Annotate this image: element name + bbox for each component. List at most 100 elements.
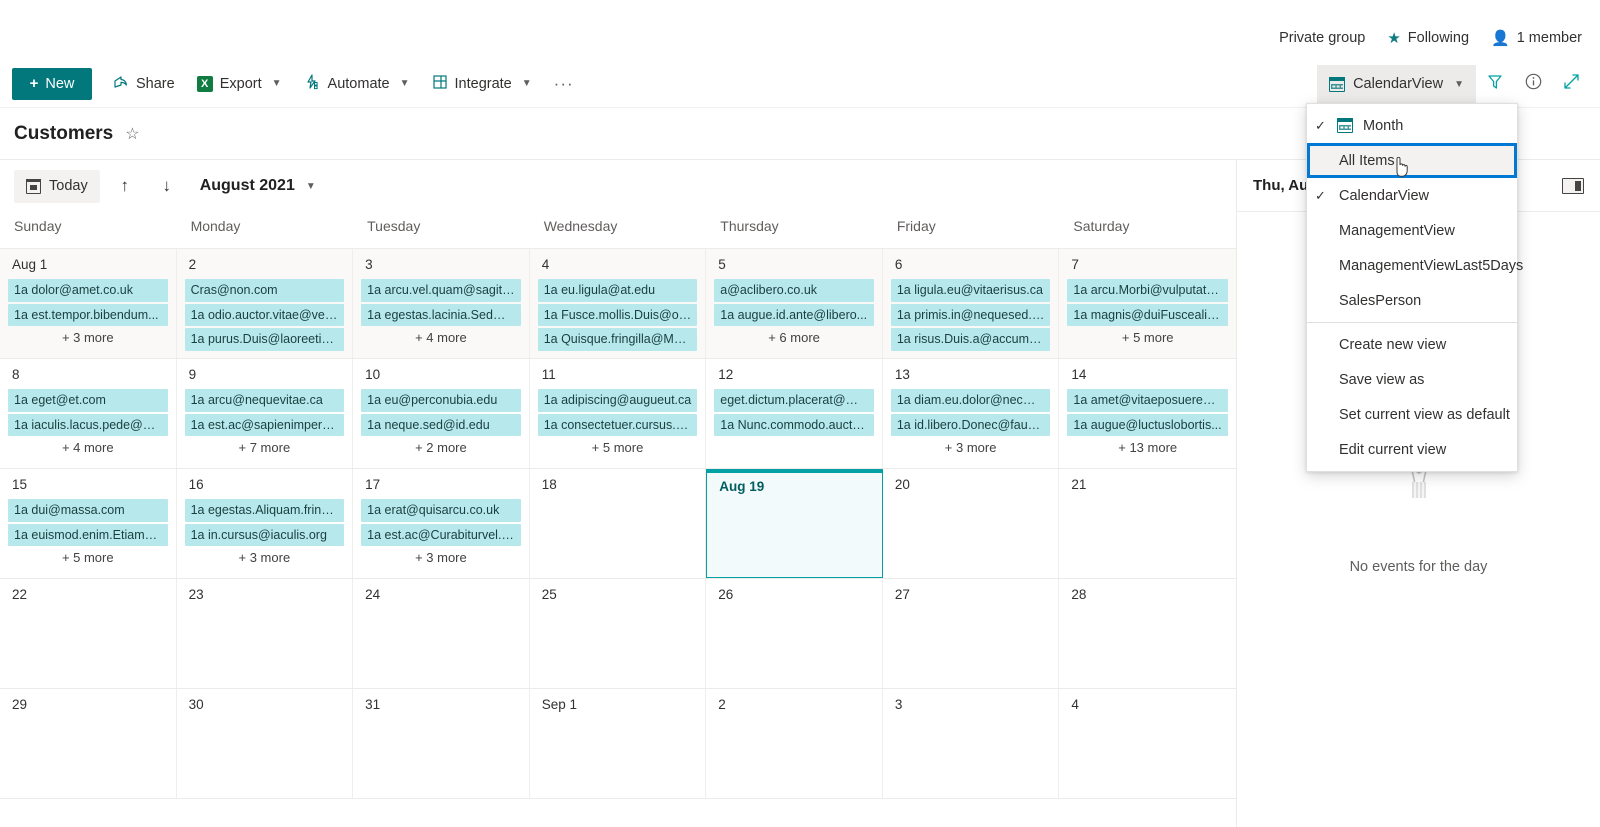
view-menu-item-calendarview[interactable]: ✓ CalendarView (1307, 178, 1517, 213)
month-selector[interactable]: August 2021 ▼ (200, 177, 316, 195)
view-menu-item-managementviewlast5days[interactable]: ManagementViewLast5Days (1307, 248, 1523, 283)
calendar-event-chip[interactable]: 1a Nunc.commodo.auctor... (714, 413, 874, 436)
calendar-day-cell[interactable]: 4 1a eu.ligula@at.edu 1a Fusce.mollis.Duis… (529, 249, 707, 358)
calendar-event-chip[interactable]: eget.dictum.placerat@ma... (714, 389, 874, 412)
calendar-day-cell[interactable]: 29 (0, 689, 177, 798)
calendar-day-cell[interactable]: 6 1a ligula.eu@vitaerisus.ca 1a primis.in@… (882, 249, 1060, 358)
calendar-event-chip[interactable]: 1a arcu@nequevitae.ca (184, 389, 345, 412)
automate-button[interactable]: Automate ▼ (293, 66, 421, 102)
calendar-event-chip[interactable]: 1a eu@perconubia.edu (361, 389, 521, 412)
calendar-day-cell[interactable]: Aug 1 1a dolor@amet.co.uk 1a est.tempor.bi… (0, 249, 177, 358)
calendar-event-chip[interactable]: 1a ligula.eu@vitaerisus.ca (890, 279, 1051, 302)
more-events-link[interactable]: + 5 more (538, 440, 698, 455)
calendar-day-cell[interactable]: 11 1a adipiscing@augueut.ca 1a consectetue… (530, 359, 707, 468)
more-events-link[interactable]: + 4 more (8, 440, 168, 455)
calendar-day-cell[interactable]: 13 1a diam.eu.dolor@necme... 1a id.libero.… (883, 359, 1060, 468)
calendar-event-chip[interactable]: 1a egestas.Aliquam.fringil... (184, 499, 345, 522)
calendar-event-chip[interactable]: 1a purus.Duis@laoreetips... (184, 328, 345, 351)
calendar-day-cell[interactable]: 12 eget.dictum.placerat@ma... 1a Nunc.comm… (706, 359, 883, 468)
calendar-day-cell[interactable]: 31 (353, 689, 530, 798)
calendar-day-cell[interactable]: Sep 1 (530, 689, 707, 798)
view-menu-item-save-view-as[interactable]: Save view as (1307, 362, 1517, 397)
calendar-day-cell[interactable]: 15 1a dui@massa.com 1a euismod.enim.Etiam@… (0, 469, 177, 578)
favorite-star-icon[interactable]: ☆ (125, 124, 139, 144)
calendar-event-chip[interactable]: 1a eu.ligula@at.edu (537, 279, 698, 302)
more-events-link[interactable]: + 6 more (714, 330, 874, 345)
calendar-event-chip[interactable]: 1a augue.id.ante@libero... (714, 303, 874, 326)
calendar-event-chip[interactable]: 1a Quisque.fringilla@Mor... (537, 328, 698, 351)
view-menu-item-managementview[interactable]: ManagementView (1307, 213, 1517, 248)
previous-month-button[interactable]: ↑ (108, 169, 142, 203)
calendar-event-chip[interactable]: 1a amet@vitaeposuereat.... (1067, 389, 1228, 412)
overflow-button[interactable]: ··· (543, 66, 585, 102)
calendar-day-cell[interactable]: 3 1a arcu.vel.quam@sagitti... 1a egestas.l… (353, 249, 530, 358)
view-menu-item-all-items[interactable]: All Items (1307, 143, 1517, 178)
more-events-link[interactable]: + 4 more (361, 330, 521, 345)
info-button[interactable] (1514, 65, 1552, 103)
more-events-link[interactable]: + 5 more (1067, 330, 1228, 345)
calendar-event-chip[interactable]: Cras@non.com (184, 279, 345, 302)
calendar-day-cell[interactable]: 26 (706, 579, 883, 688)
calendar-day-cell-selected[interactable]: Aug 19 (706, 469, 883, 578)
calendar-event-chip[interactable]: 1a erat@quisarcu.co.uk (361, 499, 521, 522)
calendar-day-cell[interactable]: 14 1a amet@vitaeposuereat.... 1a augue@luc… (1059, 359, 1236, 468)
members-button[interactable]: 👤 1 member (1491, 30, 1582, 46)
calendar-day-cell[interactable]: 5 a@aclibero.co.uk 1a augue.id.ante@libero… (706, 249, 883, 358)
calendar-day-cell[interactable]: 21 (1059, 469, 1236, 578)
more-events-link[interactable]: + 2 more (361, 440, 521, 455)
calendar-event-chip[interactable]: 1a diam.eu.dolor@necme... (890, 389, 1051, 412)
calendar-event-chip[interactable]: 1a adipiscing@augueut.ca (537, 389, 698, 412)
view-menu-item-month[interactable]: ✓ Month (1307, 108, 1517, 143)
calendar-event-chip[interactable]: 1a consectetuer.cursus.et... (537, 413, 698, 436)
calendar-event-chip[interactable]: 1a eget@et.com (8, 389, 168, 412)
more-events-link[interactable]: + 7 more (185, 440, 345, 455)
calendar-event-chip[interactable]: 1a euismod.enim.Etiam@... (8, 523, 168, 546)
view-menu-item-set-current-view-as-default[interactable]: Set current view as default (1307, 397, 1517, 432)
calendar-event-chip[interactable]: 1a odio.auctor.vitae@vel.... (184, 303, 345, 326)
calendar-day-cell[interactable]: 22 (0, 579, 177, 688)
calendar-event-chip[interactable]: 1a iaculis.lacus.pede@ultr... (8, 413, 168, 436)
today-button[interactable]: Today (14, 169, 100, 203)
calendar-event-chip[interactable]: 1a magnis@duiFuscealiqu... (1067, 303, 1228, 326)
calendar-day-cell[interactable]: 3 (883, 689, 1060, 798)
calendar-event-chip[interactable]: 1a egestas.lacinia.Sed@ve... (361, 303, 521, 326)
calendar-event-chip[interactable]: 1a arcu.vel.quam@sagitti... (361, 279, 521, 302)
calendar-day-cell[interactable]: 24 (353, 579, 530, 688)
calendar-day-cell[interactable]: 16 1a egestas.Aliquam.fringil... 1a in.cur… (177, 469, 354, 578)
new-button[interactable]: + New (12, 67, 92, 100)
filter-button[interactable] (1476, 65, 1514, 103)
view-menu-item-create-new-view[interactable]: Create new view (1307, 327, 1517, 362)
more-events-link[interactable]: + 13 more (1067, 440, 1228, 455)
calendar-event-chip[interactable]: 1a dui@massa.com (8, 499, 168, 522)
view-picker-button[interactable]: CalendarView ▼ (1317, 65, 1476, 103)
more-events-link[interactable]: + 3 more (185, 550, 345, 565)
share-button[interactable]: Share (102, 66, 186, 102)
calendar-day-cell[interactable]: 20 (883, 469, 1060, 578)
calendar-event-chip[interactable]: 1a est.tempor.bibendum... (8, 303, 168, 326)
calendar-day-cell[interactable]: 30 (177, 689, 354, 798)
calendar-event-chip[interactable]: 1a Fusce.mollis.Duis@orci... (537, 303, 698, 326)
calendar-event-chip[interactable]: 1a id.libero.Donec@fauci... (890, 413, 1051, 436)
more-events-link[interactable]: + 3 more (8, 330, 168, 345)
calendar-event-chip[interactable]: 1a neque.sed@id.edu (361, 413, 521, 436)
calendar-event-chip[interactable]: 1a est.ac@Curabiturvel.co... (361, 523, 521, 546)
calendar-event-chip[interactable]: 1a dolor@amet.co.uk (8, 279, 168, 302)
calendar-day-cell[interactable]: 17 1a erat@quisarcu.co.uk 1a est.ac@Curabi… (353, 469, 530, 578)
calendar-day-cell[interactable]: 27 (883, 579, 1060, 688)
calendar-event-chip[interactable]: 1a primis.in@nequesed.org (890, 303, 1051, 326)
calendar-day-cell[interactable]: 7 1a arcu.Morbi@vulputate... 1a magnis@dui… (1059, 249, 1236, 358)
calendar-day-cell[interactable]: 4 (1059, 689, 1236, 798)
view-menu-item-salesperson[interactable]: SalesPerson (1307, 283, 1517, 318)
calendar-day-cell[interactable]: 25 (530, 579, 707, 688)
calendar-day-cell[interactable]: 28 (1059, 579, 1236, 688)
more-events-link[interactable]: + 5 more (8, 550, 168, 565)
calendar-day-cell[interactable]: 10 1a eu@perconubia.edu 1a neque.sed@id.ed… (353, 359, 530, 468)
calendar-day-cell[interactable]: 2 Cras@non.com 1a odio.auctor.vitae@vel...… (176, 249, 354, 358)
more-events-link[interactable]: + 3 more (361, 550, 521, 565)
view-menu-item-edit-current-view[interactable]: Edit current view (1307, 432, 1517, 467)
calendar-day-cell[interactable]: 2 (706, 689, 883, 798)
calendar-event-chip[interactable]: a@aclibero.co.uk (714, 279, 874, 302)
calendar-day-cell[interactable]: 9 1a arcu@nequevitae.ca 1a est.ac@sapienim… (177, 359, 354, 468)
collapse-panel-icon[interactable] (1562, 177, 1584, 194)
calendar-event-chip[interactable]: 1a est.ac@sapienimperdi... (184, 413, 345, 436)
